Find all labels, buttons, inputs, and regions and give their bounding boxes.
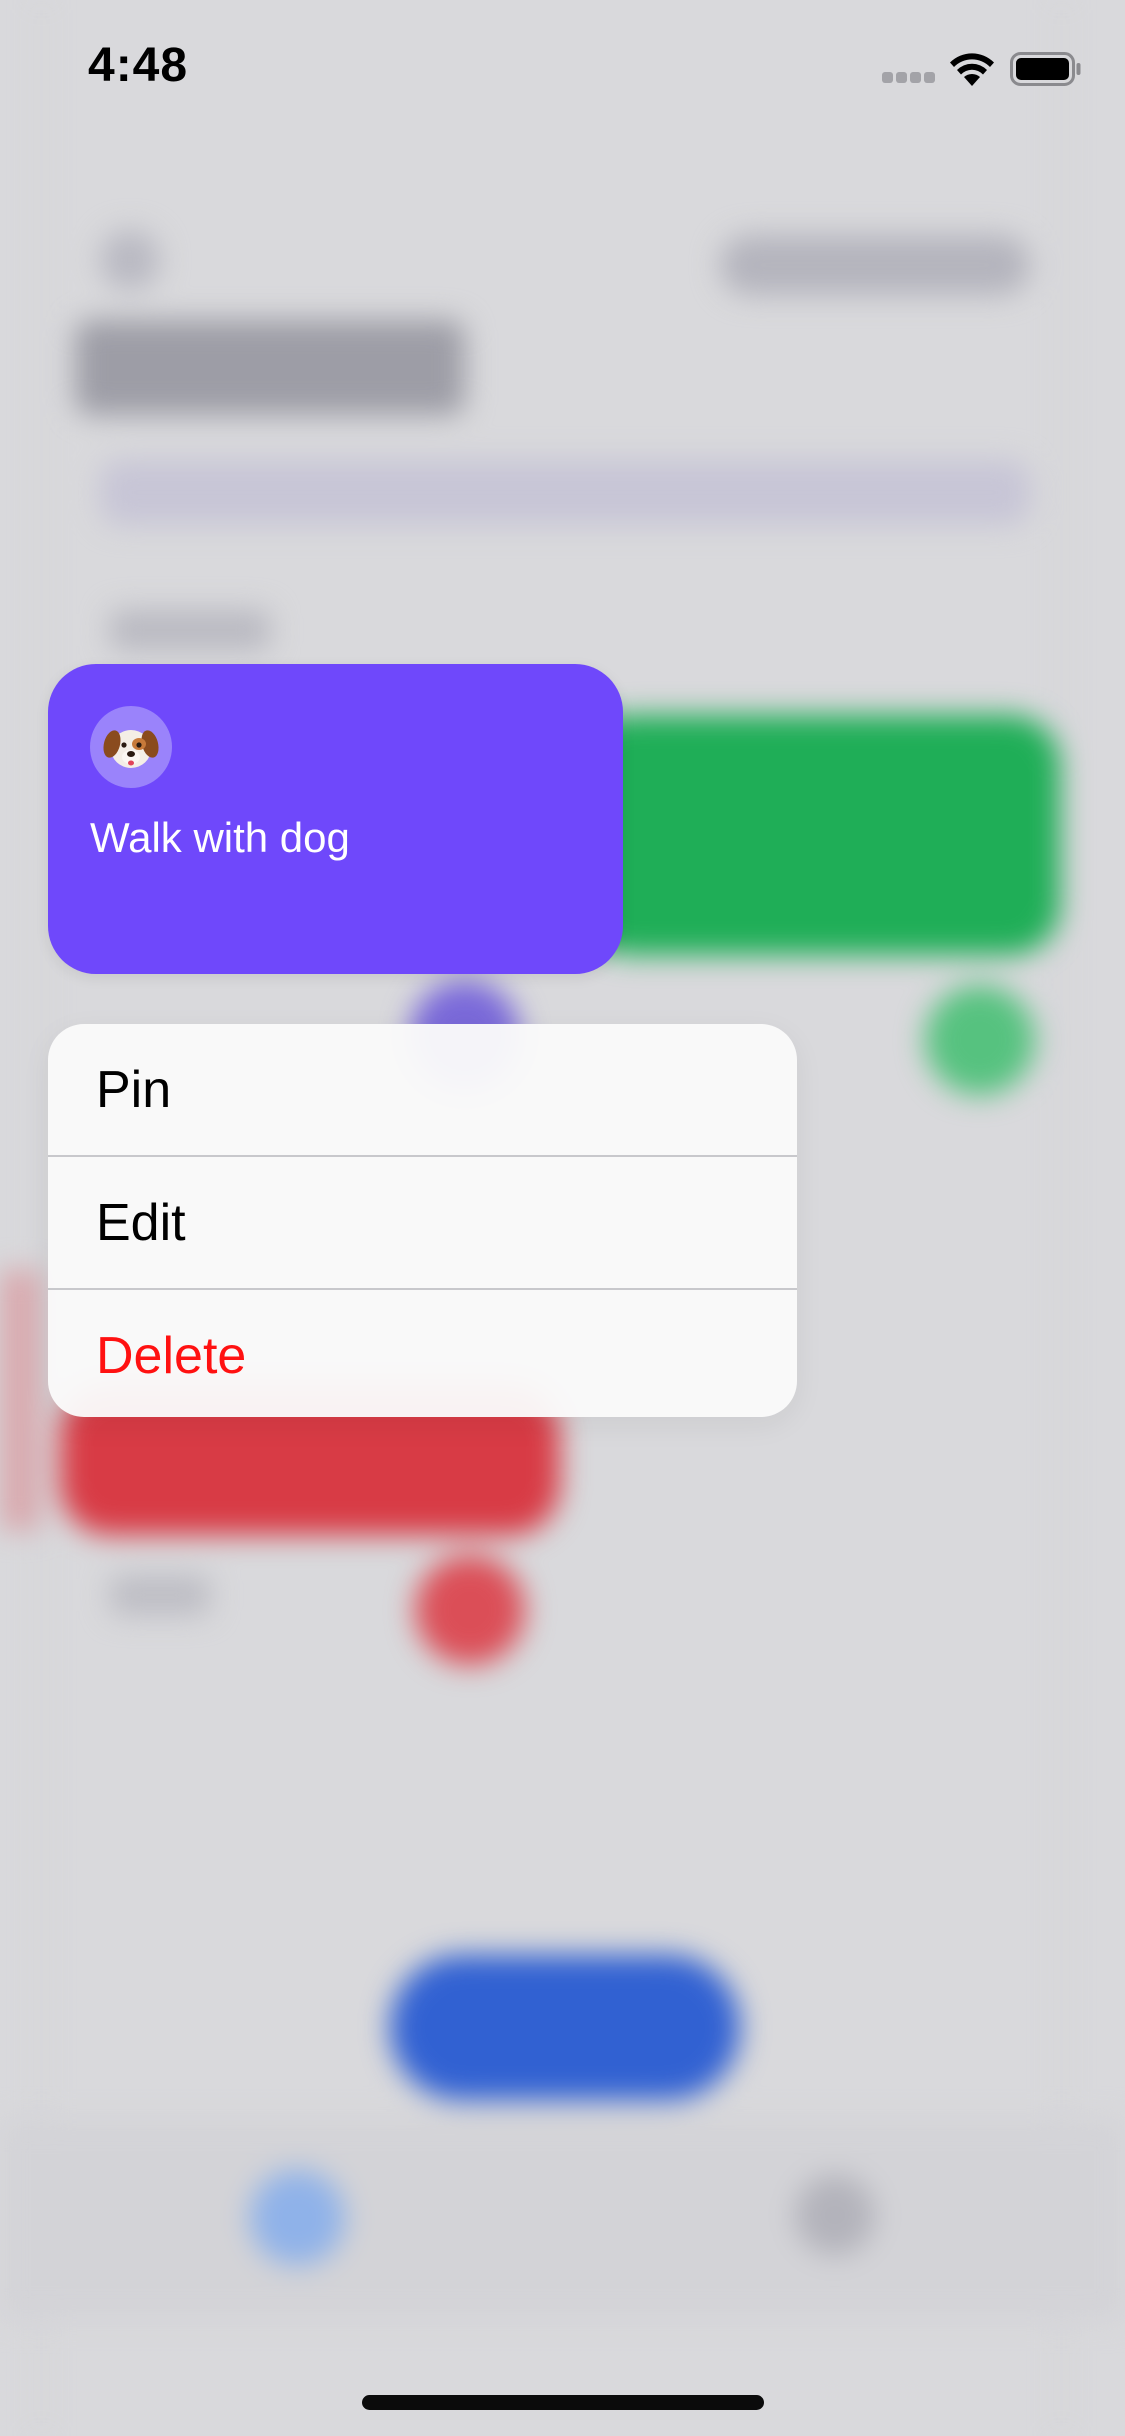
- wifi-icon: [950, 53, 994, 86]
- home-indicator[interactable]: [362, 2395, 764, 2410]
- background-red-edge: [0, 1270, 40, 1530]
- background-tab-right: [795, 2175, 875, 2255]
- task-preview-card[interactable]: Walk with dog: [48, 664, 623, 974]
- background-tab-bar: [0, 2120, 1125, 2320]
- background-blue-button: [390, 1955, 740, 2100]
- context-menu: Pin Edit Delete: [48, 1024, 797, 1417]
- status-time: 4:48: [88, 39, 189, 92]
- cellular-signal-icon: [882, 72, 936, 84]
- background-gray-label: [110, 1575, 210, 1615]
- menu-item-label: Edit: [96, 1194, 186, 1252]
- menu-item-label: Delete: [96, 1327, 247, 1385]
- background-tab-left: [250, 2170, 345, 2265]
- dog-face-icon: [103, 730, 159, 768]
- background-green-circle: [925, 985, 1035, 1095]
- background-section-label: [110, 610, 270, 650]
- background-top-pill: [720, 235, 1030, 295]
- battery-icon: [1010, 52, 1081, 86]
- menu-item-delete[interactable]: Delete: [48, 1290, 797, 1417]
- menu-item-label: Pin: [96, 1061, 172, 1119]
- background-frame-right: [1060, 0, 1063, 2436]
- task-title: Walk with dog: [90, 814, 350, 861]
- status-bar: 4:48: [0, 0, 1125, 135]
- menu-item-edit[interactable]: Edit: [48, 1157, 797, 1288]
- background-back-button: [100, 230, 160, 290]
- background-search-field: [100, 460, 1030, 525]
- task-emoji-badge: [90, 706, 172, 788]
- background-green-card: [580, 715, 1060, 955]
- menu-item-pin[interactable]: Pin: [48, 1024, 797, 1155]
- background-title: [75, 320, 465, 415]
- background-red-circle: [415, 1555, 525, 1665]
- background-frame-left: [40, 0, 43, 2436]
